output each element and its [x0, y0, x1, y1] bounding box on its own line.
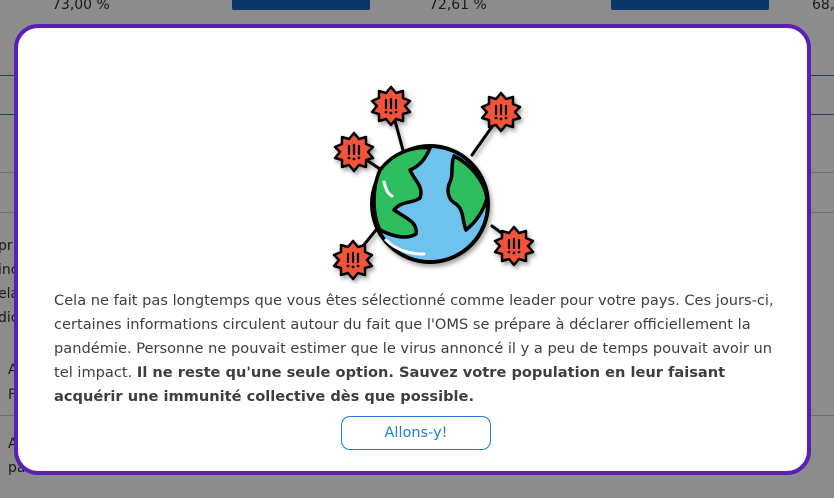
- intro-modal: Cela ne fait pas longtemps que vous êtes…: [14, 24, 811, 475]
- intro-message-emphasis: Il ne reste qu'une seule option. Sauvez …: [54, 363, 726, 405]
- start-button[interactable]: Allons-y!: [341, 416, 491, 450]
- intro-message: Cela ne fait pas longtemps que vous êtes…: [54, 289, 784, 409]
- pandemic-globe-icon: [332, 85, 535, 281]
